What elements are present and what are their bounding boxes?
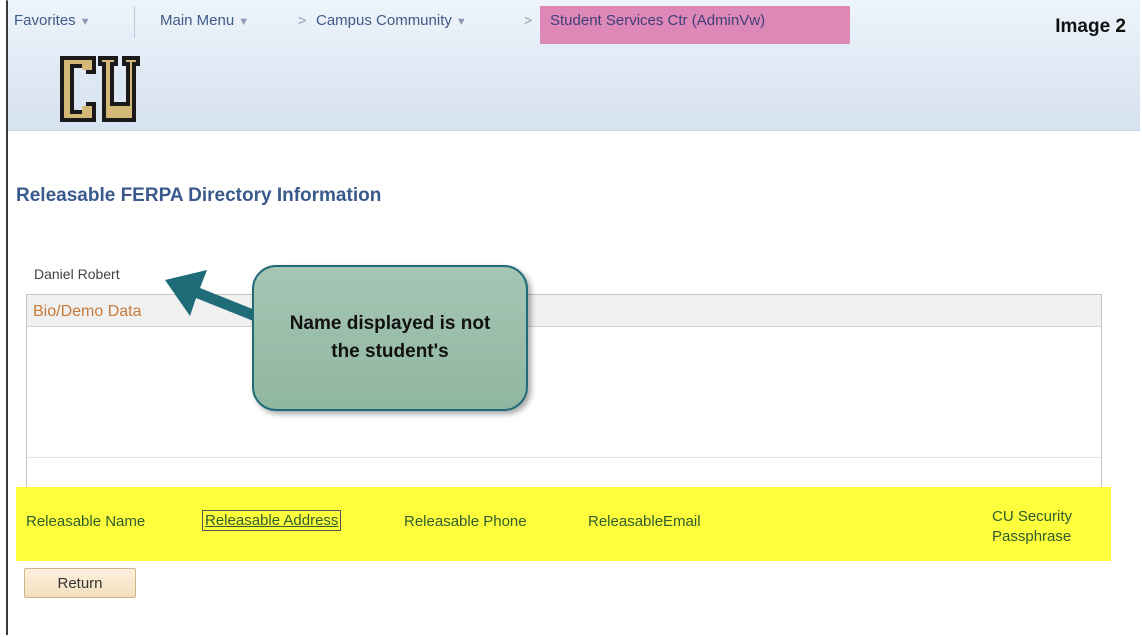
tab-releasable-address[interactable]: Releasable Address	[202, 510, 342, 531]
student-name: Daniel Robert	[34, 266, 120, 282]
grid-header: Bio/Demo Data	[27, 295, 1101, 327]
breadcrumb-arrow-icon: >	[524, 12, 533, 28]
nav-current-page[interactable]: Student Services Ctr (AdminVw)	[540, 6, 850, 44]
tab-releasable-name[interactable]: Releasable Name	[26, 513, 145, 530]
nav-campus-community-label: Campus Community	[316, 12, 452, 29]
return-button[interactable]: Return	[24, 568, 136, 598]
nav-main-menu-label: Main Menu	[160, 12, 235, 29]
bio-demo-grid: Bio/Demo Data	[26, 294, 1102, 492]
chevron-down-icon: ▼	[455, 16, 467, 28]
breadcrumb-arrow-icon: >	[298, 12, 307, 28]
grid-body	[27, 327, 1101, 458]
image-label: Image 2	[1055, 16, 1126, 37]
page-title: Releasable FERPA Directory Information	[16, 185, 382, 206]
nav-main-menu[interactable]: Main Menu ▼	[160, 12, 249, 29]
header: Favorites ▼ Main Menu ▼ > Campus Community…	[8, 0, 1140, 131]
cu-logo-icon	[60, 56, 140, 122]
chevron-down-icon: ▼	[79, 16, 91, 28]
tabs-highlight: Releasable Name Releasable Address Relea…	[16, 487, 1111, 561]
nav-favorites-label: Favorites	[14, 12, 76, 29]
nav-bar: Favorites ▼ Main Menu ▼ > Campus Community…	[8, 0, 1140, 44]
tab-cu-security-passphrase[interactable]: CU Security Passphrase	[992, 507, 1102, 547]
nav-favorites[interactable]: Favorites ▼	[14, 12, 91, 29]
nav-divider	[134, 6, 135, 38]
annotation-callout: Name displayed is not the student's	[252, 265, 528, 411]
tab-releasable-phone[interactable]: Releasable Phone	[404, 513, 527, 530]
callout-text: Name displayed is not the student's	[289, 313, 491, 362]
tab-releasable-email[interactable]: ReleasableEmail	[588, 513, 701, 530]
chevron-down-icon: ▼	[238, 16, 250, 28]
nav-campus-community[interactable]: Campus Community ▼	[316, 12, 467, 29]
